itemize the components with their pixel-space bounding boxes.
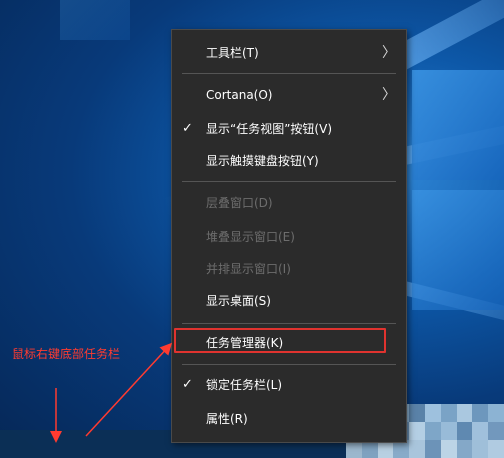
arrow-up-right-icon (85, 342, 173, 437)
annotation-arrows (50, 342, 173, 443)
